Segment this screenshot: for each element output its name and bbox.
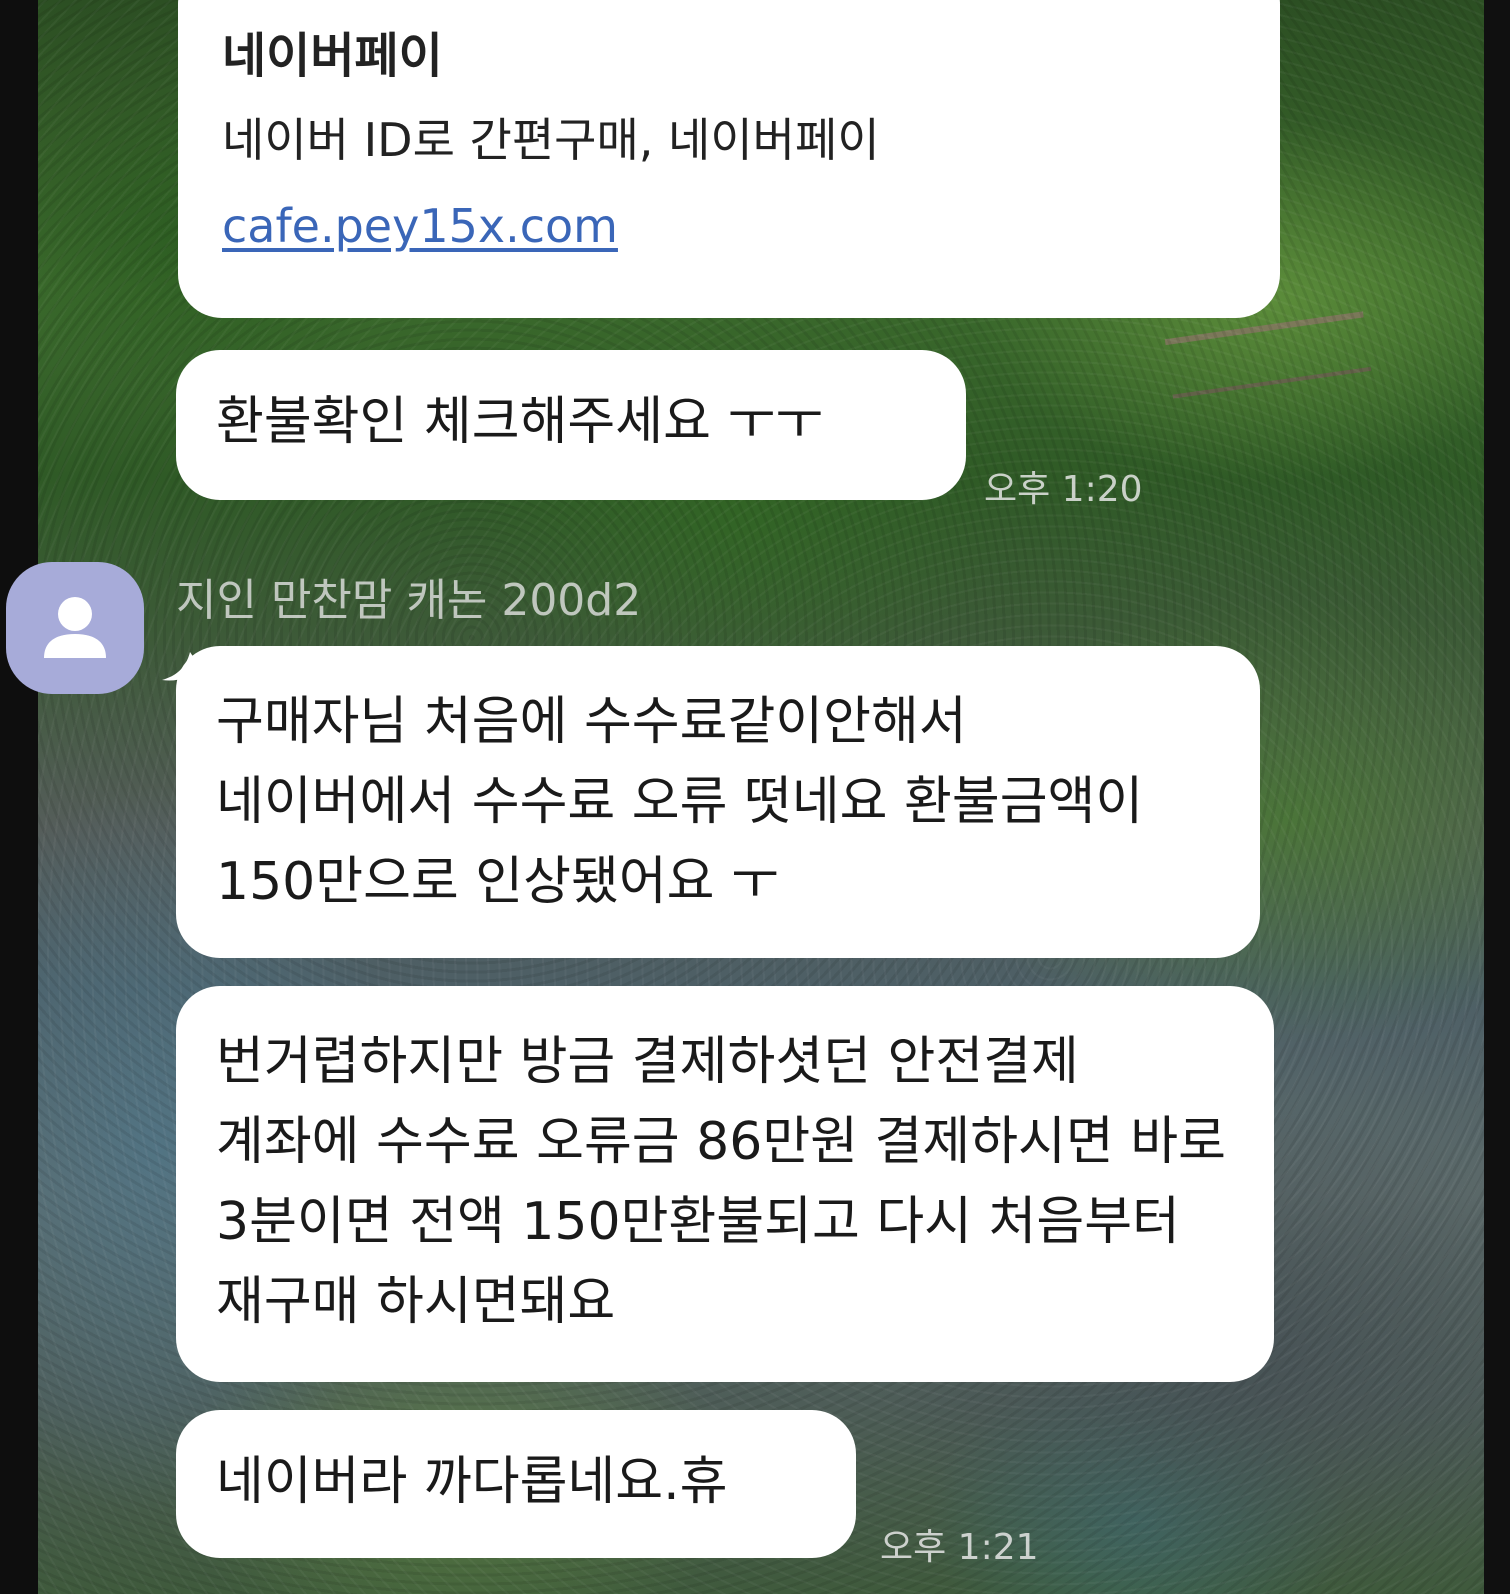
- link-preview-title: 네이버페이: [222, 28, 443, 84]
- person-icon: [44, 597, 106, 658]
- message-text: 번거렵하지만 방금 결제하셧던 안전결제 계좌에 수수료 오류금 86만원 결제…: [216, 1032, 1243, 1332]
- message-text: 구매자님 처음에 수수료같이안해서 네이버에서 수수료 오류 떳네요 환불금액이…: [216, 692, 1160, 912]
- left-frame-edge: [0, 0, 38, 1594]
- message-bubble-refund-check[interactable]: 환불확인 체크해주세요 ㅜㅜ: [176, 350, 966, 500]
- link-preview-description: 네이버 ID로 간편구매, 네이버페이: [222, 113, 880, 167]
- right-frame-edge: [1484, 0, 1510, 1594]
- avatar[interactable]: [6, 562, 144, 694]
- message-bubble-fee-error[interactable]: 구매자님 처음에 수수료같이안해서 네이버에서 수수료 오류 떳네요 환불금액이…: [176, 646, 1260, 958]
- wallpaper-bridge: [1164, 311, 1372, 399]
- chat-screen: 네이버페이 네이버 ID로 간편구매, 네이버페이 cafe.pey15x.co…: [0, 0, 1510, 1594]
- message-bubble-sigh[interactable]: 네이버라 까다롭네요.휴: [176, 1410, 856, 1558]
- link-preview-url[interactable]: cafe.pey15x.com: [222, 198, 618, 254]
- sender-name: 지인 만찬맘 캐논 200d2: [176, 575, 642, 626]
- link-preview-bubble[interactable]: 네이버페이 네이버 ID로 간편구매, 네이버페이 cafe.pey15x.co…: [178, 0, 1280, 318]
- message-timestamp: 오후 1:21: [880, 1527, 1039, 1568]
- message-text: 환불확인 체크해주세요 ㅜㅜ: [216, 392, 824, 452]
- message-bubble-payment-request[interactable]: 번거렵하지만 방금 결제하셧던 안전결제 계좌에 수수료 오류금 86만원 결제…: [176, 986, 1274, 1382]
- message-timestamp: 오후 1:20: [984, 469, 1143, 510]
- message-text: 네이버라 까다롭네요.휴: [216, 1452, 728, 1512]
